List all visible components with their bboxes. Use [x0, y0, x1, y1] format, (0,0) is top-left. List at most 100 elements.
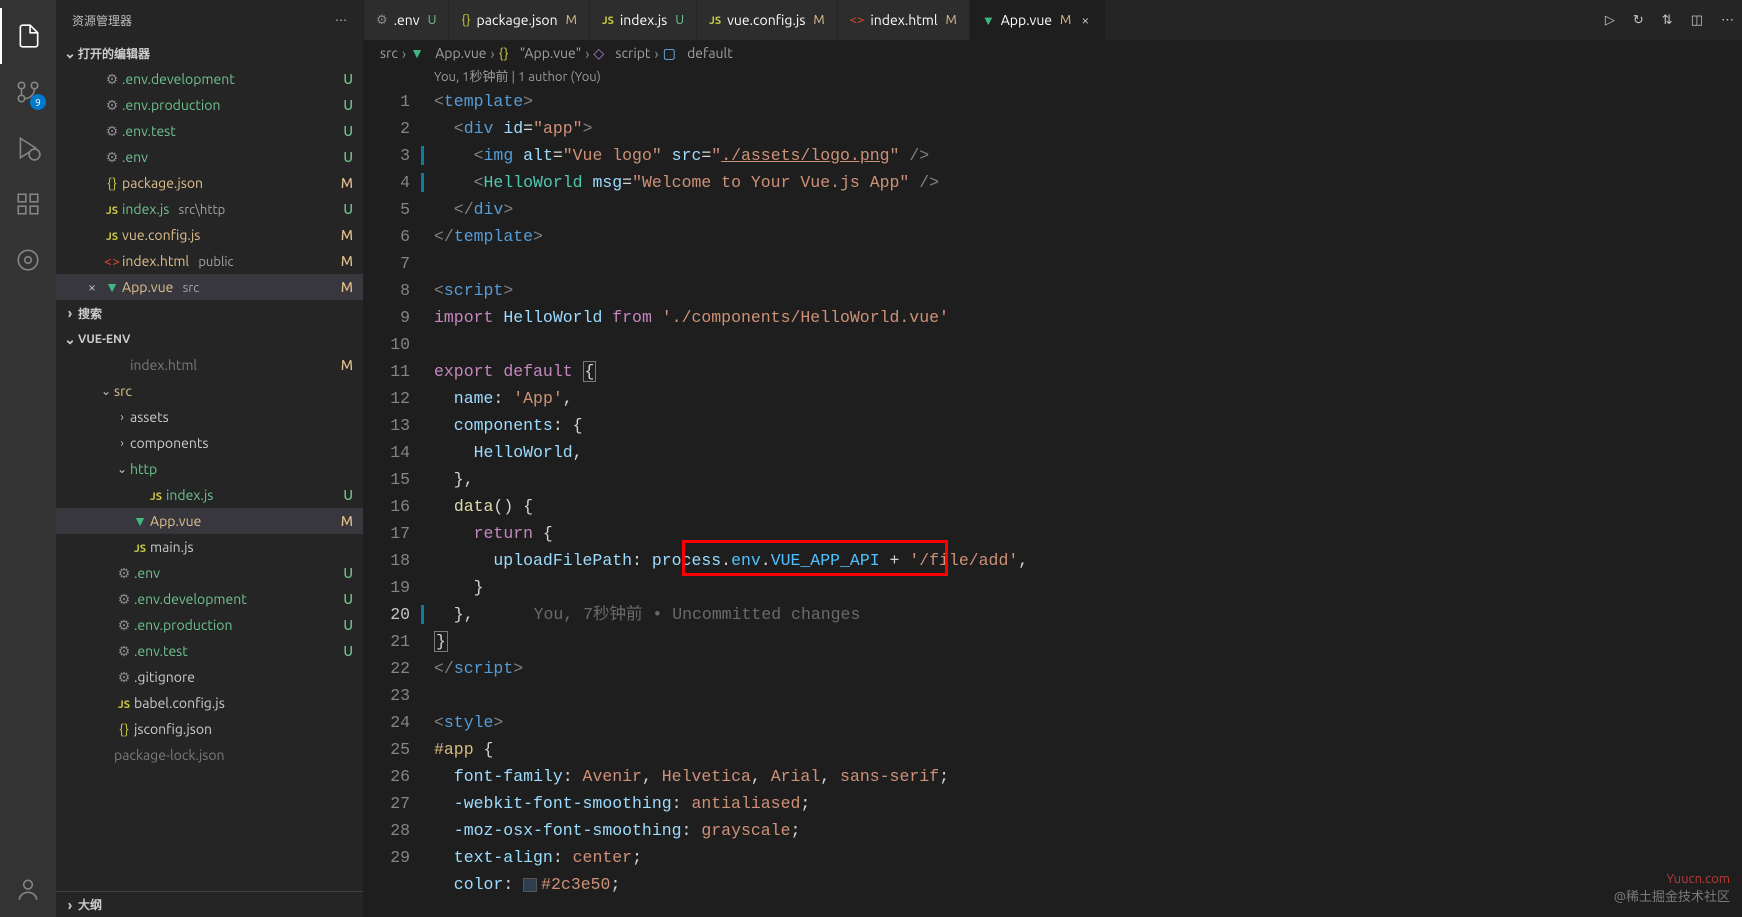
file-item[interactable]: {}jsconfig.json — [56, 716, 363, 742]
breadcrumb-item: ▼ App.vue — [410, 45, 486, 61]
breadcrumb-item: ▢ default — [663, 45, 733, 62]
chevron-right-icon: › — [114, 437, 130, 450]
project-header[interactable]: ⌄ VUE-ENV — [56, 326, 363, 352]
file-icon — [114, 565, 134, 582]
gitlens-icon[interactable] — [0, 232, 56, 288]
file-icon: JS — [102, 201, 122, 217]
file-icon: JS — [102, 227, 122, 243]
close-icon[interactable]: × — [82, 279, 102, 295]
editor-tab[interactable]: .envU — [364, 0, 449, 40]
file-item[interactable]: JSmain.js — [56, 534, 363, 560]
file-icon: <> — [850, 13, 865, 27]
file-icon: JS — [130, 539, 150, 555]
code-editor[interactable]: 1234567891011121314151617181920212223242… — [364, 88, 1742, 917]
editor-tab[interactable]: {}package.jsonM — [449, 0, 589, 40]
extensions-icon[interactable] — [0, 176, 56, 232]
open-editor-item[interactable]: .envU — [56, 144, 363, 170]
chevron-right-icon: › — [62, 897, 78, 913]
chevron-down-icon: ⌄ — [114, 462, 130, 476]
editor-tab[interactable]: ▼App.vueM× — [970, 0, 1107, 40]
folder-item[interactable]: ⌄http — [56, 456, 363, 482]
file-icon: <> — [102, 253, 122, 269]
file-item[interactable]: .env.testU — [56, 638, 363, 664]
split-icon[interactable]: ◫ — [1691, 13, 1703, 28]
watermark: Yuucn.com @稀土掘金技术社区 — [1614, 872, 1730, 905]
chevron-down-icon: ⌄ — [98, 384, 114, 398]
file-icon — [102, 123, 122, 140]
file-item[interactable]: package-lock.json — [56, 742, 363, 768]
editor-tab[interactable]: JSvue.config.jsM — [697, 0, 838, 40]
open-editor-item[interactable]: <>index.html publicM — [56, 248, 363, 274]
open-editor-item[interactable]: {}package.jsonM — [56, 170, 363, 196]
open-editor-item[interactable]: .env.testU — [56, 118, 363, 144]
file-item[interactable]: .gitignore — [56, 664, 363, 690]
file-icon: JS — [709, 13, 721, 27]
code-content[interactable]: <template> <div id="app"> <img alt="Vue … — [434, 88, 1742, 917]
file-icon: JS — [602, 13, 614, 27]
file-icon — [102, 97, 122, 114]
tab-bar: .envU{}package.jsonMJSindex.jsUJSvue.con… — [364, 0, 1742, 40]
sidebar: 资源管理器 ⋯ ⌄ 打开的编辑器 .env.developmentU.env.p… — [56, 0, 364, 917]
explorer-icon[interactable] — [0, 8, 56, 64]
sidebar-title: 资源管理器 ⋯ — [56, 0, 363, 40]
file-icon: {} — [114, 721, 134, 737]
file-icon: {} — [461, 13, 470, 27]
file-item[interactable]: JSbabel.config.js — [56, 690, 363, 716]
scm-badge: 9 — [30, 94, 46, 110]
file-icon — [102, 149, 122, 166]
breadcrumb-item: src — [380, 45, 398, 61]
file-item[interactable]: .env.productionU — [56, 612, 363, 638]
history-icon[interactable]: ↻ — [1633, 13, 1644, 28]
breadcrumb-item: ◇ script — [593, 45, 650, 62]
file-icon — [114, 591, 134, 608]
codelens[interactable]: You, 1秒钟前 | 1 author (You) — [364, 66, 1742, 88]
file-icon — [376, 13, 388, 28]
file-icon: ▼ — [130, 513, 150, 529]
editor-area: .envU{}package.jsonMJSindex.jsUJSvue.con… — [364, 0, 1742, 917]
breadcrumb-item: {} "App.vue" — [499, 45, 581, 61]
source-control-icon[interactable]: 9 — [0, 64, 56, 120]
compare-icon[interactable]: ⇅ — [1662, 13, 1673, 28]
file-icon: ▼ — [982, 13, 995, 28]
chevron-right-icon: › — [62, 305, 78, 321]
file-icon: JS — [146, 487, 166, 503]
file-item[interactable]: .envU — [56, 560, 363, 586]
more-actions-icon[interactable]: ⋯ — [1721, 13, 1734, 28]
tab-actions: ▷ ↻ ⇅ ◫ ⋯ — [1597, 0, 1742, 40]
account-icon[interactable] — [0, 861, 56, 917]
search-header[interactable]: › 搜索 — [56, 300, 363, 326]
folder-item[interactable]: ⌄src — [56, 378, 363, 404]
chevron-down-icon: ⌄ — [62, 45, 78, 62]
activity-bar: 9 — [0, 0, 56, 917]
editor-tab[interactable]: <>index.htmlM — [838, 0, 970, 40]
outline-header[interactable]: › 大纲 — [56, 891, 363, 917]
folder-item[interactable]: ›assets — [56, 404, 363, 430]
more-icon[interactable]: ⋯ — [335, 13, 347, 27]
file-icon: ▼ — [102, 279, 122, 295]
file-icon — [114, 617, 134, 634]
file-item[interactable]: .env.developmentU — [56, 586, 363, 612]
open-editor-item[interactable]: JSindex.js src\httpU — [56, 196, 363, 222]
close-icon[interactable]: × — [1077, 12, 1093, 28]
file-icon: {} — [102, 175, 122, 191]
run-icon[interactable]: ▷ — [1605, 13, 1615, 28]
file-icon — [114, 669, 134, 686]
line-gutter: 1234567891011121314151617181920212223242… — [364, 88, 434, 917]
file-icon — [114, 643, 134, 660]
file-item[interactable]: JSindex.jsU — [56, 482, 363, 508]
chevron-down-icon: ⌄ — [62, 331, 78, 348]
editor-tab[interactable]: JSindex.jsU — [590, 0, 697, 40]
file-item[interactable]: ▼App.vueM — [56, 508, 363, 534]
run-debug-icon[interactable] — [0, 120, 56, 176]
open-editor-item[interactable]: .env.developmentU — [56, 66, 363, 92]
open-editor-item[interactable]: ×▼App.vue srcM — [56, 274, 363, 300]
breadcrumb[interactable]: src › ▼ App.vue › {} "App.vue" › ◇ scrip… — [364, 40, 1742, 66]
file-item[interactable]: index.htmlM — [56, 352, 363, 378]
open-editor-item[interactable]: JSvue.config.jsM — [56, 222, 363, 248]
folder-item[interactable]: ›components — [56, 430, 363, 456]
chevron-right-icon: › — [114, 411, 130, 424]
open-editors-header[interactable]: ⌄ 打开的编辑器 — [56, 40, 363, 66]
open-editor-item[interactable]: .env.productionU — [56, 92, 363, 118]
chevron-right-icon: › — [402, 45, 406, 62]
file-icon — [102, 71, 122, 88]
